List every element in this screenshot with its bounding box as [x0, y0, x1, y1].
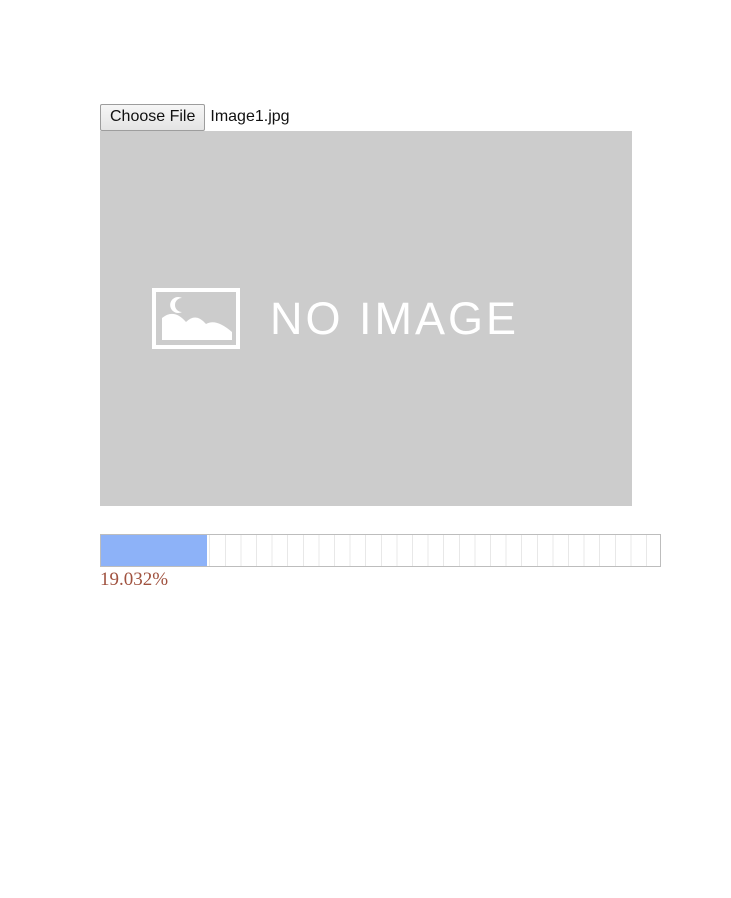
image-placeholder-icon [152, 288, 240, 349]
upload-page: Choose File Image1.jpg NO IMAGE 19.032% [0, 0, 731, 898]
no-image-label: NO IMAGE [270, 293, 520, 344]
file-input-row: Choose File Image1.jpg [100, 103, 290, 131]
choose-file-button[interactable]: Choose File [100, 103, 206, 131]
selected-file-name: Image1.jpg [210, 108, 290, 125]
upload-progress-fill [101, 535, 208, 566]
upload-progress-bar [100, 534, 661, 567]
image-preview: NO IMAGE [100, 131, 632, 506]
upload-progress-percent: 19.032% [100, 569, 169, 590]
